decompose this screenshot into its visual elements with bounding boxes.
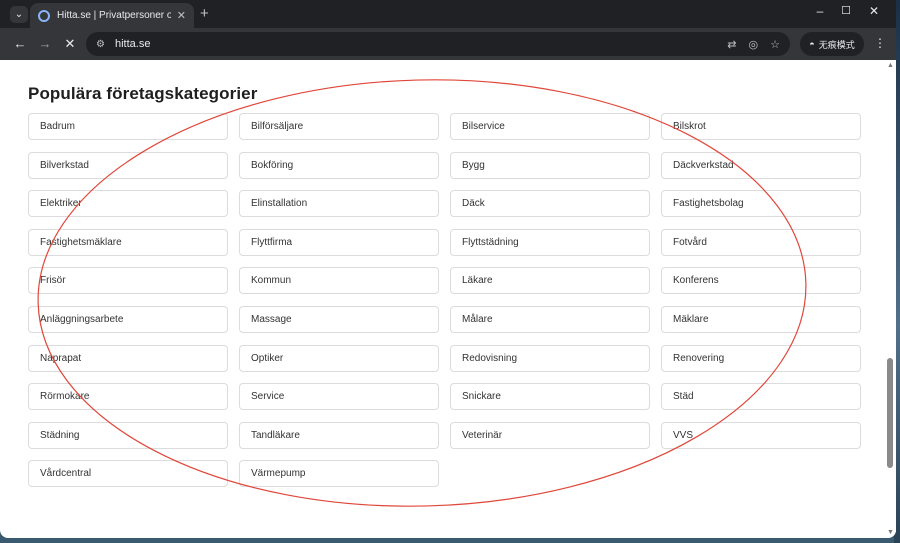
tab-strip: ⌄ Hitta.se | Privatpersoner och ✕ + – ☐ … (0, 0, 896, 28)
watermark-logo-icon (9, 518, 35, 534)
category-button[interactable]: Däck (450, 190, 650, 217)
category-button[interactable]: Flyttfirma (239, 229, 439, 256)
category-button[interactable]: Snickare (450, 383, 650, 410)
category-button[interactable]: Städning (28, 422, 228, 449)
category-button[interactable]: Veterinär (450, 422, 650, 449)
category-button[interactable]: Bilskrot (661, 113, 861, 140)
star-icon[interactable]: ☆ (770, 38, 780, 51)
category-button[interactable]: Fotvård (661, 229, 861, 256)
watermark-text: 大数跨境 (42, 521, 107, 538)
category-button[interactable]: Elektriker (28, 190, 228, 217)
toolbar: ← → ✕ ⚙ hitta.se ⇄ ◎ ☆ ◓ 无痕模式 ⋮ (0, 28, 896, 60)
address-bar[interactable]: ⚙ hitta.se ⇄ ◎ ☆ (86, 32, 790, 56)
category-button[interactable]: Mäklare (661, 306, 861, 333)
category-button[interactable]: Läkare (450, 267, 650, 294)
incognito-label: 无痕模式 (818, 39, 855, 50)
category-button[interactable]: Badrum (28, 113, 228, 140)
category-button[interactable]: Konferens (661, 267, 861, 294)
maximize-icon[interactable]: ☐ (836, 4, 856, 17)
category-button[interactable]: Massage (239, 306, 439, 333)
category-button[interactable]: Naprapat (28, 345, 228, 372)
tab-title: Hitta.se | Privatpersoner och (57, 10, 171, 21)
window-close-icon[interactable]: ✕ (864, 4, 884, 18)
category-button[interactable]: Bilförsäljare (239, 113, 439, 140)
category-button[interactable]: Bygg (450, 152, 650, 179)
category-button[interactable]: Bokföring (239, 152, 439, 179)
category-button[interactable]: Anläggningsarbete (28, 306, 228, 333)
category-button[interactable]: Vårdcentral (28, 460, 228, 487)
scrollbar-thumb[interactable] (887, 358, 893, 468)
page-content: Populära företagskategorier Badrum Bilför… (0, 60, 896, 538)
category-button[interactable]: Renovering (661, 345, 861, 372)
incognito-icon: ◓ (809, 39, 815, 49)
category-button[interactable]: Flyttstädning (450, 229, 650, 256)
category-button[interactable]: Målare (450, 306, 650, 333)
category-button[interactable]: Elinstallation (239, 190, 439, 217)
site-info-icon[interactable]: ⚙ (96, 39, 105, 50)
category-button[interactable]: Värmepump (239, 460, 439, 487)
category-button[interactable]: Däckverkstad (661, 152, 861, 179)
category-button[interactable]: Städ (661, 383, 861, 410)
tab-search-icon[interactable]: ⌄ (10, 6, 28, 23)
plus-icon[interactable]: + (200, 5, 209, 22)
translate-icon[interactable]: ⇄ (727, 38, 736, 51)
forward-icon[interactable]: → (37, 36, 53, 51)
category-button[interactable]: Rörmokare (28, 383, 228, 410)
url-text[interactable]: hitta.se (115, 38, 715, 50)
category-button[interactable]: Bilverkstad (28, 152, 228, 179)
eye-off-icon[interactable]: ◎ (749, 38, 759, 51)
category-button[interactable]: Optiker (239, 345, 439, 372)
category-button[interactable]: Bilservice (450, 113, 650, 140)
category-button[interactable]: Tandläkare (239, 422, 439, 449)
category-button[interactable]: Service (239, 383, 439, 410)
scroll-down-icon[interactable]: ▼ (887, 529, 894, 536)
scrollbar[interactable]: ▲ ▼ (884, 60, 896, 538)
browser-window: ⌄ Hitta.se | Privatpersoner och ✕ + – ☐ … (0, 0, 896, 538)
close-icon[interactable]: ✕ (177, 9, 186, 22)
incognito-indicator[interactable]: ◓ 无痕模式 (800, 32, 864, 56)
page-heading: Populära företagskategorier (28, 84, 258, 103)
category-button[interactable]: Kommun (239, 267, 439, 294)
menu-icon[interactable]: ⋮ (874, 36, 886, 50)
watermark: 大数跨境 (8, 515, 106, 539)
favicon-icon (38, 9, 50, 22)
category-button[interactable]: Fastighetsbolag (661, 190, 861, 217)
scroll-up-icon[interactable]: ▲ (887, 62, 894, 69)
stop-icon[interactable]: ✕ (62, 36, 78, 52)
category-button[interactable]: Frisör (28, 267, 228, 294)
category-button[interactable]: Redovisning (450, 345, 650, 372)
category-button[interactable]: Fastighetsmäklare (28, 229, 228, 256)
minimize-icon[interactable]: – (810, 4, 830, 18)
tab-active[interactable]: Hitta.se | Privatpersoner och ✕ (30, 3, 194, 28)
category-button[interactable]: VVS (661, 422, 861, 449)
back-icon[interactable]: ← (12, 36, 28, 51)
